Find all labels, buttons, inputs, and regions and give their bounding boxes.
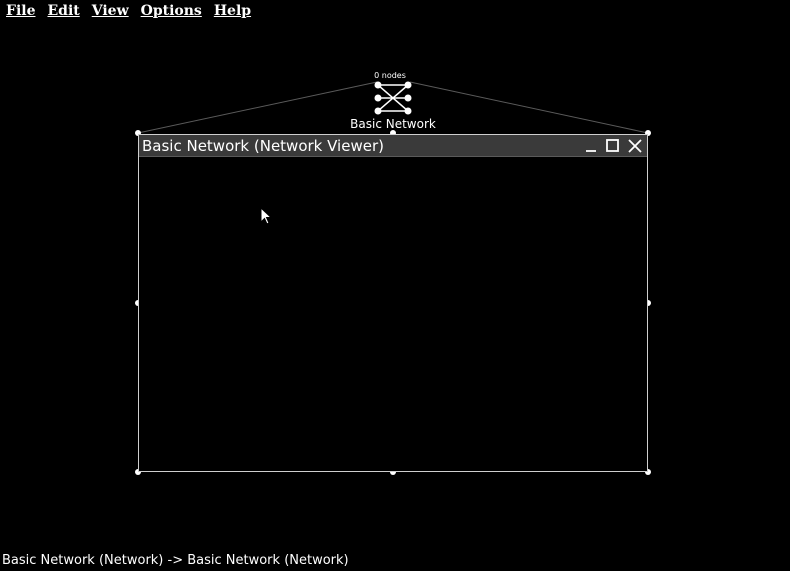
window-titlebar[interactable]: Basic Network (Network Viewer): [139, 135, 647, 157]
maximize-icon: [606, 139, 619, 152]
menu-view[interactable]: View: [92, 1, 129, 21]
network-node[interactable]: [374, 80, 412, 116]
mouse-pointer-icon: [260, 207, 272, 225]
workspace[interactable]: File Edit View Options Help 0 nodes Basi…: [0, 0, 790, 571]
network-viewer-window[interactable]: Basic Network (Network Viewer): [138, 134, 648, 472]
menu-view-label: View: [91, 3, 129, 19]
close-icon: [628, 139, 642, 153]
menu-file-label: File: [6, 3, 36, 19]
menu-file[interactable]: File: [6, 1, 35, 21]
menu-edit[interactable]: Edit: [47, 1, 79, 21]
menu-help[interactable]: Help: [214, 1, 251, 21]
close-button[interactable]: [626, 137, 644, 155]
menu-help-label: Help: [213, 3, 252, 19]
menu-options[interactable]: Options: [141, 1, 202, 21]
menu-bar: File Edit View Options Help: [0, 0, 790, 22]
minimize-icon: [586, 150, 596, 152]
status-bar-text: Basic Network (Network) -> Basic Network…: [2, 553, 349, 568]
network-graph-icon: [374, 81, 412, 115]
node-count-label: 0 nodes: [374, 71, 406, 80]
network-node-label[interactable]: Basic Network: [340, 117, 446, 131]
menu-options-label: Options: [140, 3, 202, 19]
menu-edit-label: Edit: [47, 3, 80, 19]
network-canvas[interactable]: [139, 157, 647, 471]
window-title: Basic Network (Network Viewer): [142, 137, 384, 155]
minimize-button[interactable]: [582, 137, 600, 155]
maximize-button[interactable]: [604, 137, 622, 155]
